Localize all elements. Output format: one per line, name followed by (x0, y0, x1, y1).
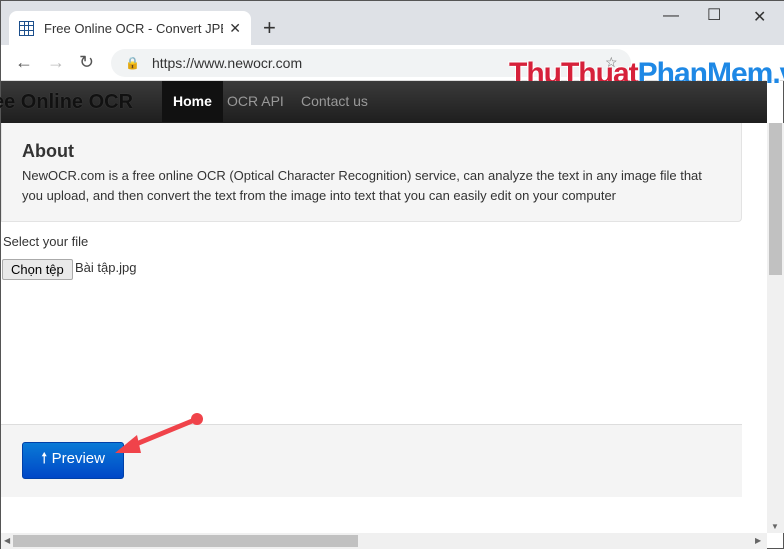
tab-bar: Free Online OCR - Convert JPEG, ✕ + — ☐ … (1, 1, 784, 45)
vertical-scrollbar[interactable]: ▼ (767, 123, 784, 533)
back-icon[interactable]: ← (15, 52, 33, 73)
vertical-scroll-thumb[interactable] (769, 123, 782, 275)
selected-filename: Bài tập.jpg (75, 260, 137, 275)
horizontal-scroll-thumb[interactable] (13, 535, 358, 547)
new-tab-icon[interactable]: + (263, 15, 276, 41)
preview-button[interactable]: 🠕 Preview (22, 442, 124, 479)
browser-tab[interactable]: Free Online OCR - Convert JPEG, ✕ (9, 11, 251, 45)
close-window-icon[interactable]: ✕ (753, 7, 766, 27)
reload-icon[interactable]: ↻ (79, 52, 94, 73)
site-brand[interactable]: ee Online OCR (0, 91, 133, 114)
scroll-left-icon[interactable]: ◀ (4, 536, 10, 545)
scroll-down-icon[interactable]: ▼ (771, 522, 779, 531)
preview-label: Preview (51, 450, 105, 467)
forward-icon[interactable]: → (47, 52, 65, 73)
horizontal-scrollbar[interactable]: ◀ ▶ (1, 533, 767, 549)
site-navbar: ee Online OCR Home OCR API Contact us (0, 81, 767, 123)
tab-title: Free Online OCR - Convert JPEG, (44, 20, 224, 36)
annotation-arrow-icon (115, 413, 203, 453)
lock-icon: 🔒 (125, 56, 140, 70)
about-panel: About NewOCR.com is a free online OCR (O… (1, 123, 742, 222)
url-text: https://www.newocr.com (151, 55, 303, 71)
about-title: About (22, 141, 74, 161)
choose-file-button[interactable]: Chọn tệp (2, 259, 73, 280)
site-favicon-icon (19, 20, 34, 36)
about-text: NewOCR.com is a free online OCR (Optical… (22, 168, 702, 203)
nav-ocr-api[interactable]: OCR API (217, 81, 294, 122)
scroll-right-icon[interactable]: ▶ (755, 536, 761, 545)
upload-arrow-icon: 🠕 (41, 450, 52, 467)
close-tab-icon[interactable]: ✕ (229, 20, 241, 37)
nav-contact-us[interactable]: Contact us (291, 81, 378, 122)
select-file-label: Select your file (3, 234, 89, 249)
nav-home[interactable]: Home (162, 81, 223, 122)
minimize-icon[interactable]: — (663, 7, 679, 25)
maximize-icon[interactable]: ☐ (707, 5, 721, 25)
